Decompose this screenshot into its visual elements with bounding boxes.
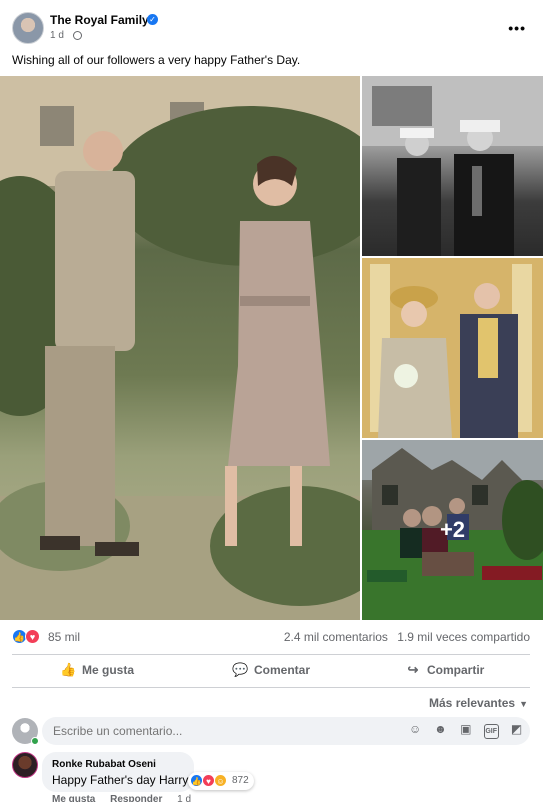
verified-badge-icon: ✓ (147, 14, 158, 25)
avatar-sticker-icon[interactable]: ☺ (408, 722, 423, 737)
photo-1-illustration (362, 76, 543, 256)
gif-icon[interactable]: GIF (483, 724, 499, 739)
emoji-icon[interactable]: ☻ (433, 722, 448, 737)
post-header: The Royal Family ✓ 1 d ••• (0, 0, 548, 48)
divider (12, 654, 530, 655)
like-button[interactable]: 👍 Me gusta (60, 662, 134, 682)
reaction-count[interactable]: 85 mil (48, 630, 80, 644)
share-icon: ↪ (407, 662, 419, 677)
page-avatar[interactable] (12, 12, 44, 44)
haha-reaction-icon: ☺ (214, 774, 227, 787)
photo-thumbnail[interactable] (362, 76, 543, 256)
comment-button[interactable]: 💬 Comentar (232, 662, 310, 682)
comment-sort-dropdown[interactable]: Más relevantes ▼ (429, 696, 528, 710)
comment-icon: 💬 (232, 662, 249, 677)
sticker-icon[interactable]: ◩ (509, 722, 524, 737)
comment-like-link[interactable]: Me gusta (52, 794, 95, 802)
comment-author[interactable]: Ronke Rubabat Oseni (52, 759, 156, 770)
comment-text: Happy Father's day Harry (52, 773, 189, 787)
comments-count[interactable]: 2.4 mil comentarios (284, 630, 388, 644)
page-name[interactable]: The Royal Family (50, 13, 149, 27)
comment-actions: Me gusta Responder 1 d (52, 794, 203, 802)
share-button[interactable]: ↪ Compartir (405, 662, 485, 682)
post-caption: Wishing all of our followers a very happ… (12, 53, 301, 67)
online-status-icon (31, 737, 39, 745)
shares-count[interactable]: 1.9 mil veces compartido (397, 630, 530, 644)
share-button-label: Compartir (427, 663, 485, 677)
engagement-stats: 2.4 mil comentarios 1.9 mil veces compar… (278, 630, 530, 644)
love-reaction-icon: ♥ (25, 629, 40, 644)
photo-thumbnail-more[interactable]: +2 (362, 440, 543, 620)
more-options-icon[interactable]: ••• (508, 20, 526, 36)
post-timestamp[interactable]: 1 d (50, 30, 64, 41)
more-photos-count[interactable]: +2 (362, 440, 543, 620)
comment-reply-link[interactable]: Responder (110, 794, 162, 802)
thumbs-up-icon: 👍 (60, 662, 77, 677)
comment-author-avatar[interactable] (12, 752, 38, 778)
divider (12, 687, 530, 688)
post-card: The Royal Family ✓ 1 d ••• Wishing all o… (0, 0, 548, 802)
photo-main[interactable] (0, 76, 360, 620)
comment-button-label: Comentar (254, 663, 311, 677)
composer-tools: ☺ ☻ ▣ GIF ◩ (401, 722, 524, 739)
photo-thumbnail[interactable] (362, 258, 543, 438)
photo-main-illustration (0, 76, 360, 620)
sort-label: Más relevantes (429, 696, 516, 710)
caret-down-icon: ▼ (519, 699, 528, 709)
globe-icon (73, 31, 82, 40)
comment-reaction-count: 872 (232, 775, 249, 786)
comment-timestamp[interactable]: 1 d (177, 794, 191, 802)
comment-reactions[interactable]: 👍 ♥ ☺ 872 (188, 772, 254, 790)
like-button-label: Me gusta (82, 663, 135, 677)
camera-icon[interactable]: ▣ (458, 722, 473, 737)
photo-2-illustration (362, 258, 543, 438)
